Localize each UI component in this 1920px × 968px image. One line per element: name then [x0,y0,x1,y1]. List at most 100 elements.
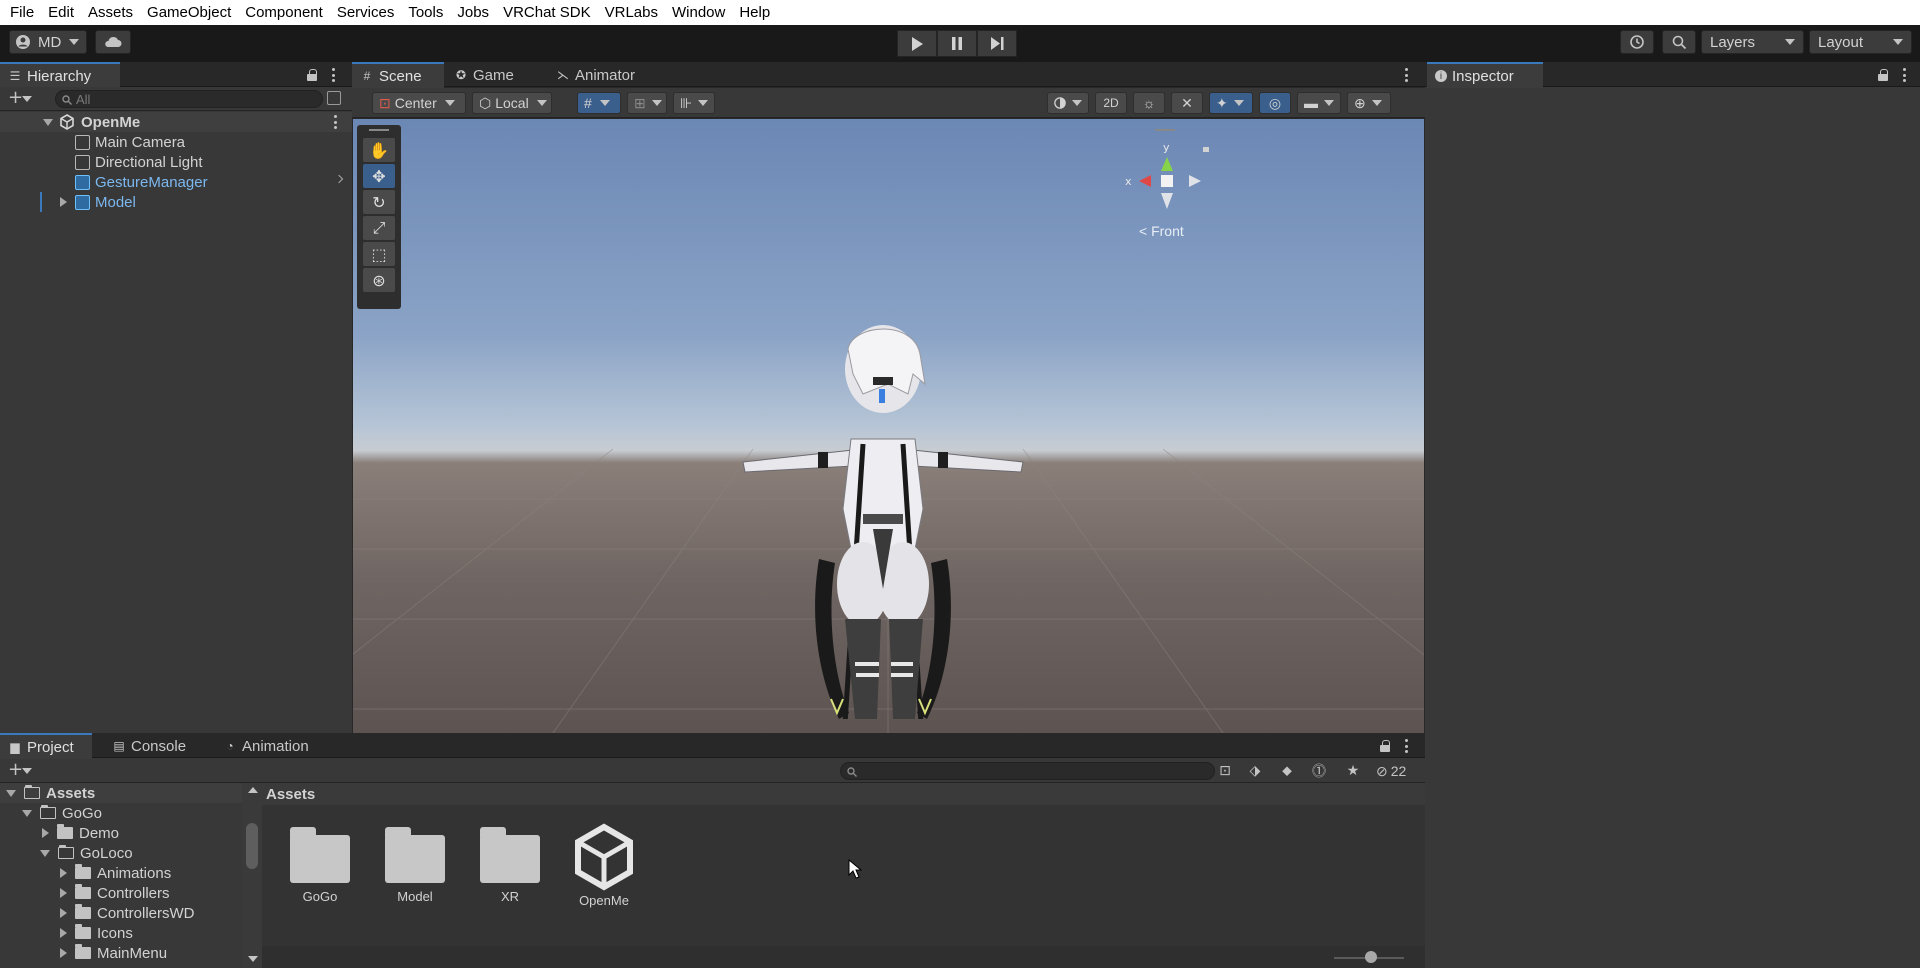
menu-assets[interactable]: Assets [81,4,140,21]
filter-log-button[interactable]: ⓵ [1307,760,1331,782]
menu-vrchat-sdk[interactable]: VRChat SDK [496,4,598,21]
pivot-dropdown[interactable]: ⊡ Center [372,92,466,114]
expand-icon[interactable] [60,868,67,878]
expand-icon[interactable] [42,828,49,838]
tree-item-demo[interactable]: Demo [0,823,242,843]
hidden-packages-toggle[interactable]: ⊘ 22 [1376,761,1406,781]
step-button[interactable] [977,30,1017,57]
add-icon[interactable]: + [8,761,23,779]
tree-item-controllerswd[interactable]: ControllersWD [0,903,242,923]
chevron-right-icon[interactable] [334,174,344,184]
hierarchy-item-main-camera[interactable]: Main Camera [0,132,352,152]
lock-icon[interactable] [307,69,317,81]
menu-component[interactable]: Component [238,4,330,21]
grid-snap-toggle[interactable]: # [577,92,621,114]
tree-item-gogo[interactable]: GoGo [0,803,242,823]
tree-item-icons[interactable]: Icons [0,923,242,943]
expand-icon[interactable] [60,928,67,938]
expand-icon[interactable] [60,908,67,918]
menu-window[interactable]: Window [665,4,732,21]
scene-visibility-toggle[interactable]: ◎ [1259,92,1291,114]
palette-grip-icon[interactable] [369,129,389,131]
expand-icon[interactable] [40,849,50,857]
scroll-down-icon[interactable] [248,956,258,962]
transform-tool-button[interactable]: ⊛ [363,268,395,292]
chevron-down-icon[interactable] [22,96,32,102]
camera-dropdown[interactable]: ▬ [1297,92,1341,114]
draw-mode-dropdown[interactable] [1047,92,1089,114]
history-button[interactable] [1620,30,1654,54]
lock-icon[interactable] [1380,740,1390,752]
expand-icon[interactable] [6,789,16,797]
scene-visibility-icon[interactable] [327,91,341,105]
align-dropdown[interactable]: ⊪ [673,92,715,114]
expand-icon[interactable] [60,888,67,898]
layout-dropdown[interactable]: Layout [1809,30,1912,54]
tab-console[interactable]: ▤ Console [104,733,194,759]
asset-folder-gogo[interactable]: GoGo [280,823,360,923]
expand-icon[interactable] [60,948,67,958]
cloud-button[interactable] [95,30,131,54]
lock-icon[interactable] [1878,69,1888,81]
chevron-down-icon[interactable] [22,768,32,774]
tab-game[interactable]: ✪ Game [446,62,522,88]
hand-tool-button[interactable]: ✋ [363,138,395,162]
asset-folder-xr[interactable]: XR [470,823,550,923]
view-gizmo[interactable]: y x < Front [1115,127,1219,263]
tab-project[interactable]: ▆ Project [0,733,92,759]
rotate-tool-button[interactable]: ↻ [363,190,395,214]
icon-size-slider-thumb[interactable] [1365,951,1377,963]
layers-dropdown[interactable]: Layers [1701,30,1804,54]
project-search-input[interactable] [840,762,1215,780]
tree-item-controllers[interactable]: Controllers [0,883,242,903]
lighting-toggle[interactable]: ☼ [1133,92,1165,114]
effects-dropdown[interactable]: ✦ [1209,92,1253,114]
hierarchy-scene-row[interactable]: OpenMe [0,112,352,132]
audio-toggle[interactable]: ✕ [1171,92,1203,114]
asset-scene-openme[interactable]: OpenMe [564,823,644,923]
move-tool-button[interactable]: ✥ [363,164,395,188]
expand-icon[interactable] [22,809,32,817]
rect-tool-button[interactable]: ⬚ [363,242,395,266]
menu-vrlabs[interactable]: VRLabs [598,4,665,21]
expand-icon[interactable] [60,197,67,207]
menu-file[interactable]: File [3,4,41,21]
search-button[interactable] [1662,30,1696,54]
menu-gameobject[interactable]: GameObject [140,4,238,21]
avatar-model[interactable] [723,319,1043,719]
play-button[interactable] [897,30,937,57]
filter-type-button[interactable]: ⬗ [1243,760,1267,782]
more-menu-icon[interactable] [331,68,335,82]
favorite-button[interactable]: ★ [1341,760,1365,782]
hierarchy-item-gesture-manager[interactable]: GestureManager [0,172,352,192]
breadcrumb[interactable]: Assets [262,783,1425,805]
hierarchy-item-model[interactable]: Model [0,192,352,212]
tree-item-animations[interactable]: Animations [0,863,242,883]
menu-services[interactable]: Services [330,4,402,21]
scale-tool-button[interactable]: ⤢ [363,216,395,240]
more-menu-icon[interactable] [1404,739,1408,753]
scene-viewport[interactable]: ✋ ✥ ↻ ⤢ ⬚ ⊛ y x < Front [353,119,1424,733]
breadcrumb-item[interactable]: Assets [266,786,315,803]
filter-label-button[interactable]: ⬥ [1275,760,1299,782]
account-dropdown[interactable]: MD [9,30,87,54]
add-icon[interactable]: + [8,89,23,107]
search-mode-button[interactable]: ⊡ [1213,760,1237,782]
scroll-up-icon[interactable] [248,787,258,793]
tab-scene[interactable]: # Scene [352,62,444,88]
scrollbar-thumb[interactable] [246,823,258,869]
more-menu-icon[interactable] [1902,68,1906,82]
gizmos-dropdown[interactable]: ⊕ [1347,92,1391,114]
tree-item-assets[interactable]: Assets [0,783,242,803]
more-menu-icon[interactable] [1404,68,1408,82]
space-dropdown[interactable]: ⬡ Local [472,92,552,114]
tree-item-mainmenu[interactable]: MainMenu [0,943,242,963]
tree-scrollbar[interactable] [242,783,262,968]
more-menu-icon[interactable] [333,115,337,129]
tree-item-goloco[interactable]: GoLoco [0,843,242,863]
pause-button[interactable] [937,30,977,57]
hierarchy-item-directional-light[interactable]: Directional Light [0,152,352,172]
tab-inspector[interactable]: i Inspector [1427,62,1543,88]
menu-tools[interactable]: Tools [401,4,450,21]
view-orientation-label[interactable]: < Front [1139,223,1184,239]
